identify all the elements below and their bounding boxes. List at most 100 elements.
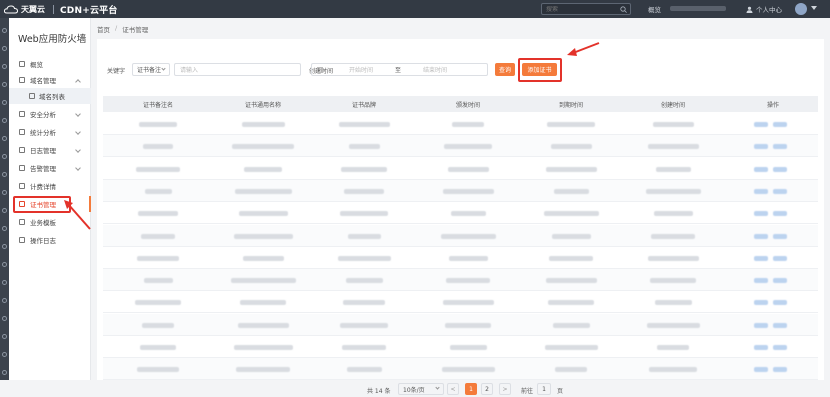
- page-button[interactable]: 1: [465, 383, 477, 395]
- rail-icon[interactable]: [2, 154, 7, 159]
- sidebar-item-alerts[interactable]: 告警管理: [9, 160, 91, 176]
- sidebar-item-security[interactable]: 安全分析: [9, 106, 91, 122]
- rail-icon[interactable]: [2, 226, 7, 231]
- sidebar-item-operation-log[interactable]: 操作日志: [9, 232, 91, 248]
- rail-icon[interactable]: [2, 82, 7, 87]
- redacted-cell: [237, 322, 289, 328]
- brand-divider: [53, 4, 54, 14]
- end-date-input[interactable]: 结束时间: [423, 65, 447, 74]
- redacted-cell: [442, 300, 494, 306]
- certificate-panel: 关键字 证书备注 请输入 创建时间 开始时间 至 结束时间 查询 添加证书 证书…: [97, 39, 824, 395]
- keyword-type-select[interactable]: 证书备注: [132, 63, 170, 76]
- row-action-link[interactable]: [754, 345, 768, 350]
- chevron-up-icon: [75, 79, 81, 85]
- rail-icon[interactable]: [2, 280, 7, 285]
- rail-icon[interactable]: [2, 262, 7, 267]
- search-icon[interactable]: [620, 6, 627, 13]
- sidebar-item-billing[interactable]: 计费详情: [9, 178, 91, 194]
- row-action-link[interactable]: [773, 188, 787, 194]
- query-button[interactable]: 查询: [495, 63, 515, 76]
- brand-name: 天翼云: [21, 4, 45, 14]
- sidebar-item-domain[interactable]: 域名管理: [9, 72, 91, 88]
- row-action-link[interactable]: [754, 367, 768, 373]
- rail-icon[interactable]: [2, 316, 7, 321]
- page-size-select[interactable]: 10条/页: [398, 383, 444, 395]
- redacted-cell: [344, 188, 384, 194]
- row-action-link[interactable]: [754, 300, 768, 306]
- table-row: [103, 135, 818, 158]
- rail-icon[interactable]: [2, 190, 7, 195]
- sidebar-item-label: 域名列表: [39, 93, 65, 101]
- row-action-link[interactable]: [754, 166, 768, 172]
- brand[interactable]: 天翼云 CDN+云平台: [4, 0, 118, 18]
- row-action-link[interactable]: [773, 300, 787, 306]
- redacted-cell: [446, 278, 490, 284]
- user-center-link[interactable]: 个人中心: [746, 4, 782, 14]
- rail-icon[interactable]: [2, 172, 7, 177]
- redacted-cell: [549, 255, 593, 261]
- rail-icon[interactable]: [2, 46, 7, 51]
- row-action-link[interactable]: [773, 233, 787, 239]
- date-range-picker[interactable]: 开始时间 至 结束时间: [311, 63, 488, 76]
- rail-icon[interactable]: [2, 28, 7, 33]
- chevron-down-icon[interactable]: [811, 6, 817, 10]
- rail-icon[interactable]: [2, 244, 7, 249]
- rail-icon[interactable]: [2, 208, 7, 213]
- row-action-link[interactable]: [754, 211, 768, 217]
- row-action-link[interactable]: [754, 144, 768, 150]
- column-header: 颁发时间: [455, 102, 480, 109]
- rail-icon[interactable]: [2, 334, 7, 339]
- rail-icon[interactable]: [2, 352, 7, 357]
- row-action-link[interactable]: [773, 322, 787, 328]
- redacted-cell: [552, 322, 590, 328]
- row-action-link[interactable]: [754, 255, 768, 261]
- row-action-link[interactable]: [754, 188, 768, 194]
- account-name-redacted: [670, 6, 726, 11]
- redacted-cell: [136, 166, 180, 172]
- overview-link[interactable]: 概览: [648, 4, 661, 14]
- row-action-link[interactable]: [773, 255, 787, 261]
- prev-page-button[interactable]: <: [447, 383, 459, 395]
- sidebar-item-domain-list[interactable]: 域名列表: [9, 88, 91, 104]
- goto-page-input[interactable]: 1: [537, 383, 551, 395]
- keyword-input[interactable]: 请输入: [174, 63, 301, 76]
- row-action-link[interactable]: [773, 345, 787, 350]
- rail-icon[interactable]: [2, 136, 7, 141]
- row-action-link[interactable]: [754, 278, 768, 284]
- stats-icon: [19, 129, 25, 135]
- row-action-link[interactable]: [754, 233, 768, 239]
- redacted-cell: [647, 144, 699, 150]
- row-action-link[interactable]: [754, 322, 768, 328]
- sidebar-item-stats[interactable]: 统计分析: [9, 124, 91, 140]
- rail-icon[interactable]: [2, 370, 7, 375]
- sidebar-item-overview[interactable]: 概览: [9, 56, 91, 72]
- start-date-input[interactable]: 开始时间: [349, 65, 373, 74]
- rail-icon[interactable]: [2, 100, 7, 105]
- row-action-link[interactable]: [773, 122, 787, 127]
- column-header: 到期时间: [558, 102, 583, 109]
- row-action-link[interactable]: [773, 166, 787, 172]
- alert-icon: [19, 165, 25, 171]
- row-action-link[interactable]: [754, 122, 768, 127]
- top-search[interactable]: [541, 3, 631, 15]
- redacted-cell: [137, 367, 179, 373]
- breadcrumb-home[interactable]: 首页: [97, 24, 110, 34]
- next-page-button[interactable]: >: [499, 383, 511, 395]
- page-button[interactable]: 2: [481, 383, 493, 395]
- redacted-cell: [447, 166, 489, 172]
- rail-icon[interactable]: [2, 298, 7, 303]
- redacted-cell: [135, 300, 181, 306]
- redacted-cell: [646, 322, 700, 328]
- redacted-cell: [340, 211, 388, 217]
- search-input[interactable]: [546, 5, 618, 13]
- row-action-link[interactable]: [773, 211, 787, 217]
- list-icon: [29, 93, 35, 99]
- user-icon: [746, 6, 753, 13]
- sidebar-item-logs[interactable]: 日志管理: [9, 142, 91, 158]
- row-action-link[interactable]: [773, 144, 787, 150]
- row-action-link[interactable]: [773, 367, 787, 373]
- rail-icon[interactable]: [2, 118, 7, 123]
- rail-icon[interactable]: [2, 64, 7, 69]
- avatar[interactable]: [795, 3, 807, 15]
- row-action-link[interactable]: [773, 278, 787, 284]
